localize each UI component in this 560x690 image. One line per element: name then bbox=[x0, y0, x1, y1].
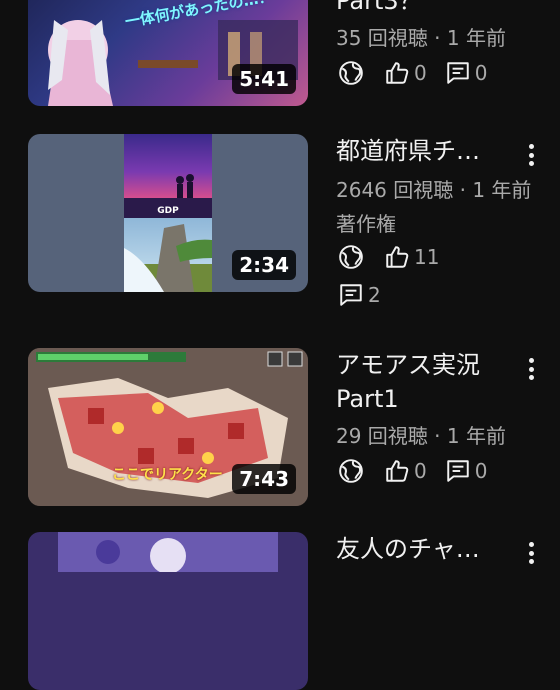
video-title[interactable]: アモアス実況 Part1 bbox=[336, 348, 512, 416]
view-count: 29 回視聴 bbox=[336, 424, 428, 448]
more-dot bbox=[528, 550, 534, 556]
video-thumbnail-4[interactable] bbox=[28, 532, 308, 690]
more-dot bbox=[528, 375, 534, 380]
more-dot bbox=[528, 366, 534, 372]
like-count: 0 bbox=[414, 459, 427, 483]
video-stats: 0 0 bbox=[338, 458, 505, 484]
waterfall-art bbox=[124, 224, 212, 292]
more-options-button[interactable] bbox=[520, 538, 542, 568]
video-title[interactable]: 友人のチャ… bbox=[336, 532, 512, 566]
globe-icon bbox=[338, 244, 364, 270]
upload-age: 1 年前 bbox=[446, 424, 506, 448]
comment-icon[interactable] bbox=[445, 458, 471, 484]
globe-icon bbox=[338, 458, 364, 484]
duration-badge: 7:43 bbox=[232, 464, 296, 494]
video-thumbnail-1[interactable]: 一体何があったの…？ 5:41 bbox=[28, 0, 308, 106]
video-title-line-2: Part1 bbox=[336, 385, 399, 413]
video-title-line-1: アモアス実況 bbox=[336, 351, 480, 379]
video-item-2: GDP 2:34 都道府県チ… 2646 回視聴 · 1 年前 著作権 11 2 bbox=[0, 134, 560, 324]
more-dot bbox=[528, 152, 534, 158]
copyright-notice[interactable]: 著作権 bbox=[336, 208, 396, 237]
thumbnail-caption: GDP bbox=[157, 206, 179, 216]
video-thumbnail-3[interactable]: ここでリアクター 7:43 bbox=[28, 348, 308, 506]
video-stats: 0 0 bbox=[338, 60, 505, 86]
more-vertical-icon bbox=[528, 542, 534, 547]
video-meta: 29 回視聴 · 1 年前 bbox=[336, 420, 506, 449]
video-thumbnail-2[interactable]: GDP 2:34 bbox=[28, 134, 308, 292]
separator: · bbox=[427, 424, 447, 448]
upload-age: 1 年前 bbox=[472, 178, 532, 202]
video-meta: 35 回視聴 · 1 年前 bbox=[336, 22, 506, 51]
video-item-3: ここでリアクター 7:43 アモアス実況 Part1 29 回視聴 · 1 年前… bbox=[0, 348, 560, 508]
separator: · bbox=[453, 178, 473, 202]
more-vertical-icon bbox=[528, 144, 534, 149]
more-options-button[interactable] bbox=[520, 140, 542, 170]
comment-count: 2 bbox=[368, 283, 381, 307]
more-dot bbox=[528, 161, 534, 166]
video-meta: 2646 回視聴 · 1 年前 bbox=[336, 174, 531, 203]
more-options-button[interactable] bbox=[520, 354, 542, 384]
video-stats: 11 bbox=[338, 244, 457, 270]
duration-badge: 2:34 bbox=[232, 250, 296, 280]
comment-stats: 2 bbox=[338, 282, 399, 308]
thumbnail-art-bottom bbox=[124, 218, 212, 292]
video-title[interactable]: Part3？ bbox=[336, 0, 512, 18]
video-item-4: 友人のチャ… bbox=[0, 532, 560, 690]
globe-icon bbox=[338, 60, 364, 86]
thumbnail-caption: ここでリアクター bbox=[112, 467, 223, 483]
video-title[interactable]: 都道府県チ… bbox=[336, 134, 512, 168]
like-count: 0 bbox=[414, 61, 427, 85]
thumbnail-art bbox=[58, 532, 278, 572]
upload-age: 1 年前 bbox=[446, 26, 506, 50]
thumbs-up-icon[interactable] bbox=[384, 458, 410, 484]
separator: · bbox=[427, 26, 447, 50]
duration-badge: 5:41 bbox=[232, 64, 296, 94]
comment-count: 0 bbox=[474, 61, 488, 85]
video-item-1: 一体何があったの…？ 5:41 Part3？ 35 回視聴 · 1 年前 0 0 bbox=[0, 0, 560, 120]
thumbs-up-icon[interactable] bbox=[384, 244, 410, 270]
comment-count: 0 bbox=[474, 459, 488, 483]
comment-icon[interactable] bbox=[445, 60, 471, 86]
thumbs-up-icon[interactable] bbox=[384, 60, 410, 86]
comment-icon[interactable] bbox=[338, 282, 364, 308]
view-count: 35 回視聴 bbox=[336, 26, 428, 50]
view-count: 2646 回視聴 bbox=[336, 178, 454, 202]
like-count: 11 bbox=[414, 245, 440, 269]
more-vertical-icon bbox=[528, 358, 534, 363]
